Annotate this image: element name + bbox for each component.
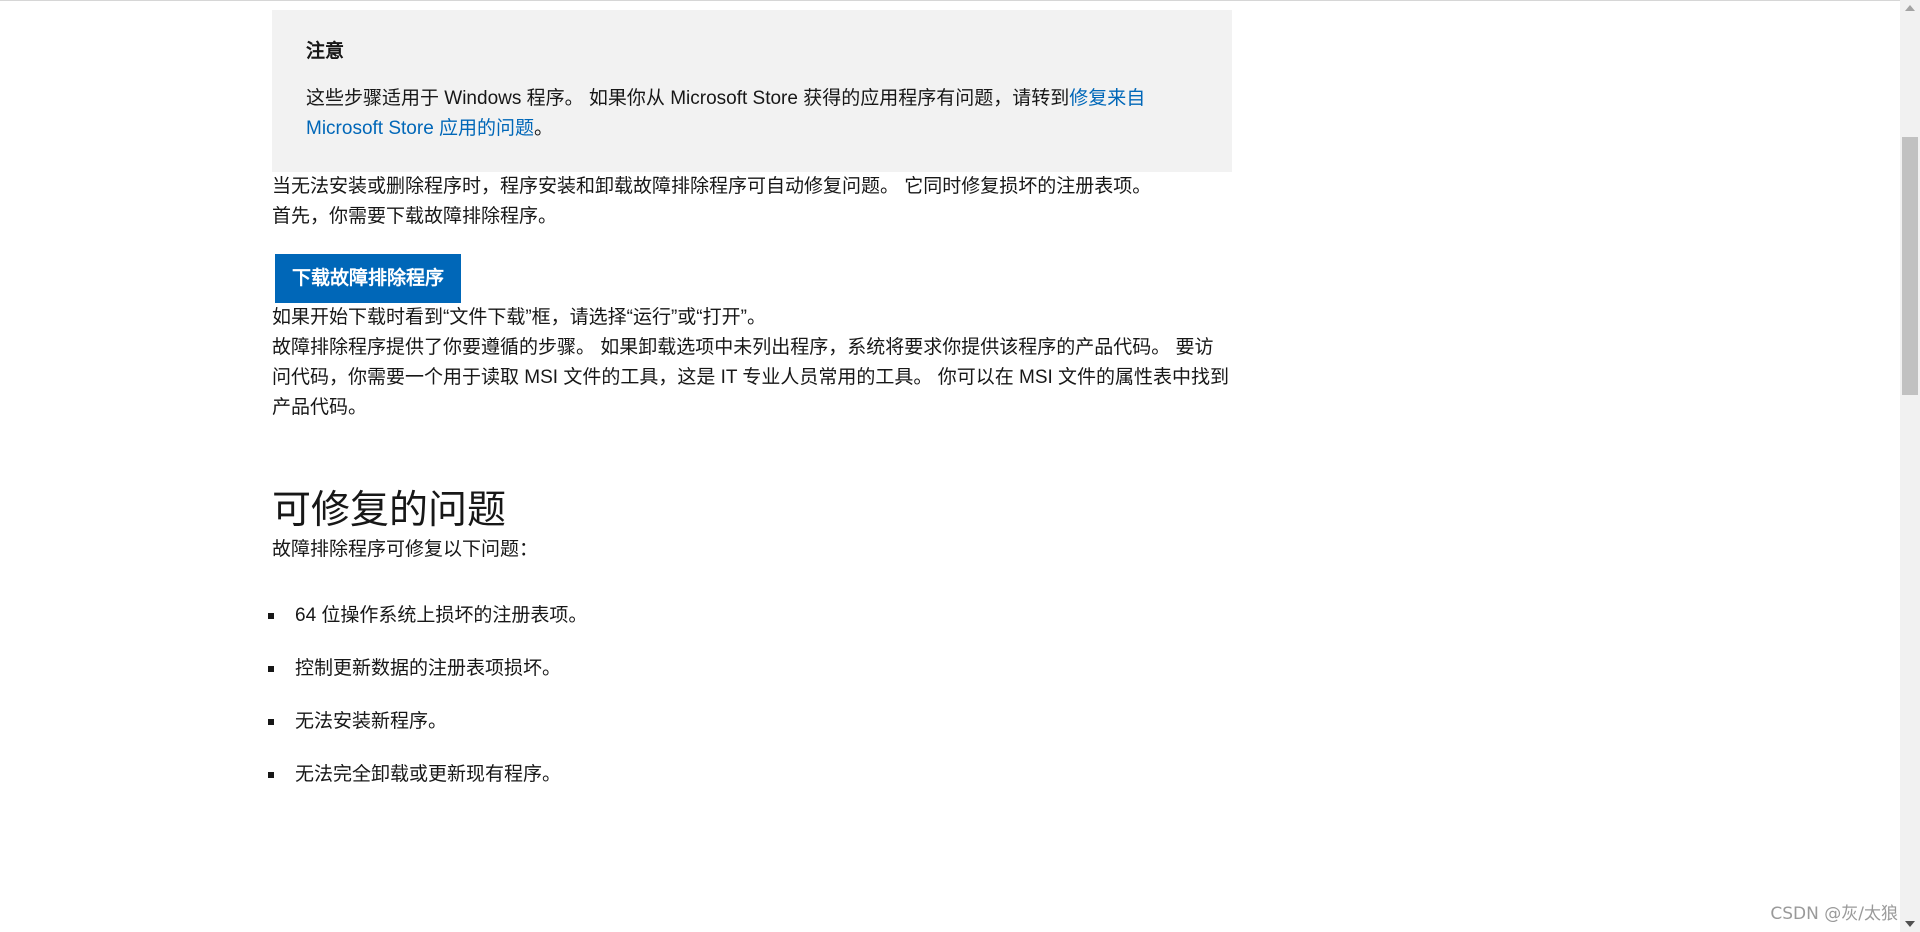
note-text: 这些步骤适用于 Windows 程序。 如果你从 Microsoft Store… [306, 84, 1166, 144]
list-item: 64 位操作系统上损坏的注册表项。 [268, 601, 1232, 631]
list-item-text: 无法安装新程序。 [295, 711, 448, 732]
list-item: 控制更新数据的注册表项损坏。 [268, 654, 1232, 684]
section-heading: 可修复的问题 [272, 489, 507, 532]
product-code-paragraph: 故障排除程序提供了你要遵循的步骤。 如果卸载选项中未列出程序，系统将要求你提供该… [272, 337, 1230, 418]
list-item: 无法安装新程序。 [268, 707, 1232, 737]
bullet-icon [268, 613, 274, 619]
list-item-text: 控制更新数据的注册表项损坏。 [295, 658, 562, 679]
download-instruction: 首先，你需要下载故障排除程序。 [272, 206, 558, 227]
list-item-text: 64 位操作系统上损坏的注册表项。 [295, 605, 588, 626]
top-divider [0, 0, 1900, 1]
vertical-scrollbar[interactable] [1900, 0, 1920, 932]
scroll-down-arrow-icon[interactable] [1905, 921, 1915, 927]
section-intro: 故障排除程序可修复以下问题： [272, 539, 539, 560]
note-callout: 注意 这些步骤适用于 Windows 程序。 如果你从 Microsoft St… [272, 10, 1232, 172]
bullet-icon [268, 772, 274, 778]
list-item-text: 无法完全卸载或更新现有程序。 [295, 764, 562, 785]
intro-paragraph: 当无法安装或删除程序时，程序安装和卸载故障排除程序可自动修复问题。 它同时修复损… [272, 176, 1152, 197]
download-troubleshooter-button[interactable]: 下载故障排除程序 [275, 254, 462, 303]
issues-list: 64 位操作系统上损坏的注册表项。 控制更新数据的注册表项损坏。 无法安装新程序… [268, 601, 1232, 790]
article-content: 注意 这些步骤适用于 Windows 程序。 如果你从 Microsoft St… [268, 10, 1232, 813]
list-item: 无法完全卸载或更新现有程序。 [268, 760, 1232, 790]
note-text-after: 。 [534, 118, 554, 139]
bullet-icon [268, 666, 274, 672]
scrollbar-thumb[interactable] [1902, 137, 1918, 395]
bullet-icon [268, 719, 274, 725]
scroll-up-arrow-icon[interactable] [1905, 5, 1915, 11]
watermark: CSDN @灰/太狼 [1770, 904, 1898, 924]
note-title: 注意 [306, 41, 345, 62]
file-download-paragraph: 如果开始下载时看到“文件下载”框，请选择“运行”或“打开”。 [272, 307, 766, 328]
note-text-before: 这些步骤适用于 Windows 程序。 如果你从 Microsoft Store… [306, 88, 1070, 109]
